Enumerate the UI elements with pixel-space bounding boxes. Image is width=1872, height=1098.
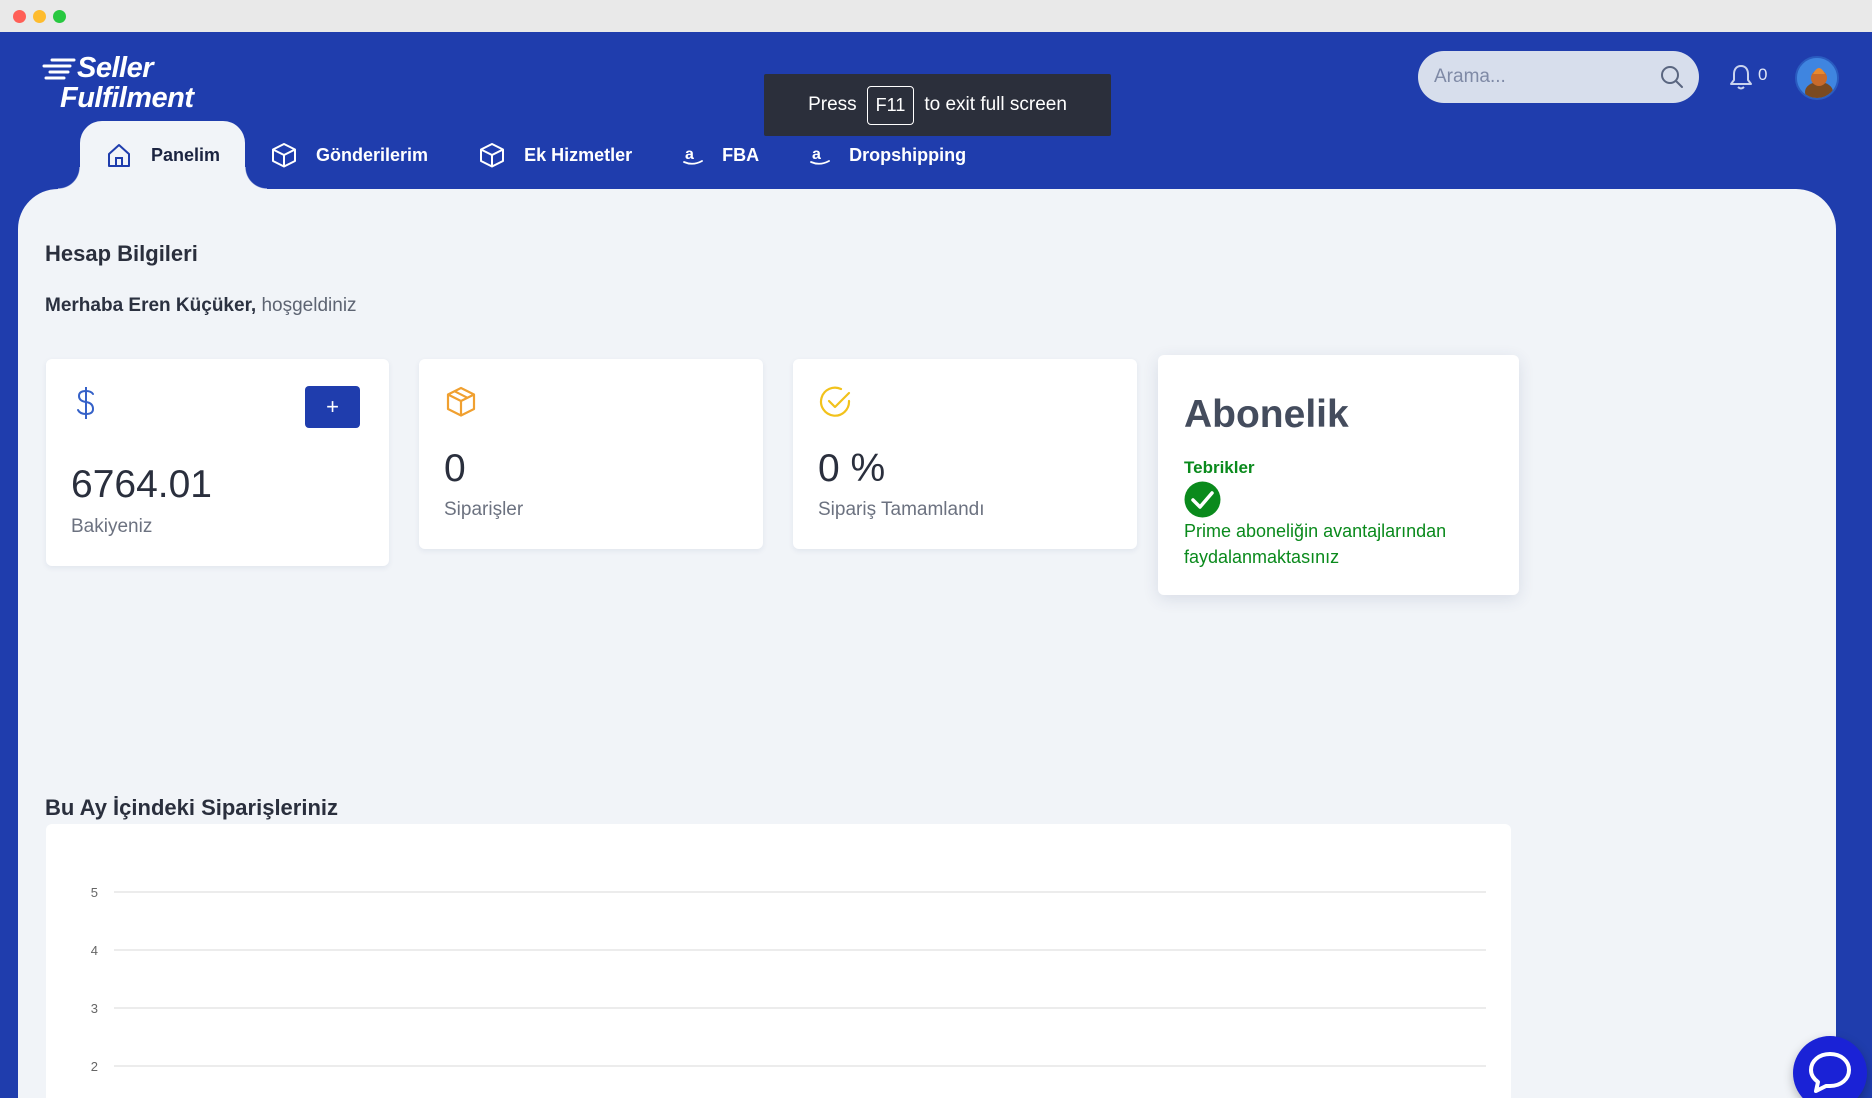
main-nav: Panelim Gönderilerim Ek Hizmetler a FBA [57, 121, 991, 189]
amazon-icon: a [683, 146, 704, 165]
completed-value: 0 % [818, 447, 886, 490]
greeting-suffix: hoşgeldiniz [261, 295, 357, 316]
tab-gonderilerim[interactable]: Gönderilerim [245, 121, 453, 189]
check-circle-icon [1184, 481, 1221, 518]
orders-label: Siparişler [444, 499, 524, 520]
check-circle-icon [819, 386, 851, 417]
page-title: Hesap Bilgileri [45, 241, 198, 266]
balance-label: Bakiyeniz [71, 516, 153, 537]
tab-fba[interactable]: a FBA [657, 121, 784, 189]
fullscreen-notice-prefix: Press [808, 94, 857, 115]
notification-count: 0 [1758, 65, 1768, 84]
balance-value: 6764.01 [71, 463, 212, 506]
speed-lines-icon [42, 58, 76, 80]
fullscreen-notice-suffix: to exit full screen [924, 94, 1067, 115]
minimize-window-button[interactable] [33, 10, 46, 23]
monthly-orders-title: Bu Ay İçindeki Siparişleriniz [45, 795, 339, 820]
subscription-card: Abonelik Tebrikler Prime aboneliğin avan… [1158, 355, 1519, 595]
svg-text:a: a [812, 146, 821, 163]
brand-name-line2: Fulfilment [60, 82, 194, 114]
greeting: Merhaba Eren Küçüker, hoşgeldiniz [45, 295, 357, 317]
subscription-title: Abonelik [1184, 393, 1349, 436]
chart-y-tick-label: 5 [91, 885, 98, 900]
chart-y-tick-label: 4 [91, 943, 98, 958]
bell-icon[interactable] [1728, 63, 1754, 91]
user-avatar-icon [1797, 58, 1837, 98]
tab-ek-hizmetler[interactable]: Ek Hizmetler [453, 121, 657, 189]
add-balance-button[interactable]: + [305, 386, 360, 428]
close-window-button[interactable] [13, 10, 26, 23]
svg-text:a: a [685, 146, 694, 163]
chat-bubble-icon [1809, 1052, 1851, 1093]
orders-card: 0 Siparişler [419, 359, 763, 549]
search-box [1418, 51, 1699, 103]
search-input[interactable] [1434, 51, 1654, 103]
avatar[interactable] [1795, 56, 1839, 100]
chart-canvas: 5 4 3 2 [91, 885, 1486, 1074]
fullscreen-key: F11 [866, 85, 915, 125]
package-icon [446, 386, 476, 417]
box-icon [272, 143, 297, 168]
chart-y-tick-label: 2 [91, 1059, 98, 1074]
orders-value: 0 [444, 447, 466, 490]
brand-name-line1: Seller [77, 52, 154, 84]
tab-label: FBA [722, 144, 760, 165]
chat-button[interactable] [1793, 1036, 1867, 1098]
tab-dropshipping[interactable]: a Dropshipping [784, 121, 991, 189]
completed-label: Sipariş Tamamlandı [818, 499, 985, 520]
brand-logo[interactable]: Seller Fulfilment [42, 52, 212, 114]
subscription-message: Prime aboneliğin avantajlarından faydala… [1184, 521, 1447, 567]
amazon-icon: a [810, 146, 831, 165]
app-frame: Seller Fulfilment Press F11 to exit full… [0, 32, 1872, 1098]
chart-y-tick-label: 3 [91, 1001, 98, 1016]
subscription-status: Tebrikler [1184, 458, 1255, 477]
greeting-name: Merhaba Eren Küçüker, [45, 295, 257, 316]
tab-label: Panelim [151, 144, 221, 165]
home-icon [108, 144, 130, 167]
box-icon [480, 143, 505, 168]
tab-label: Dropshipping [849, 144, 967, 165]
tab-panelim[interactable]: Panelim [57, 121, 268, 189]
dollar-icon [77, 387, 95, 419]
search-icon[interactable] [1659, 64, 1685, 90]
completed-card: 0 % Sipariş Tamamlandı [793, 359, 1137, 549]
tab-label: Gönderilerim [316, 144, 429, 165]
maximize-window-button[interactable] [53, 10, 66, 23]
monthly-orders-chart: 5 4 3 2 [46, 824, 1511, 1098]
content-panel: Hesap Bilgileri Merhaba Eren Küçüker, ho… [18, 189, 1836, 1098]
tab-label: Ek Hizmetler [524, 144, 633, 165]
window-titlebar [0, 0, 1872, 32]
balance-card: + 6764.01 Bakiyeniz [46, 359, 389, 566]
